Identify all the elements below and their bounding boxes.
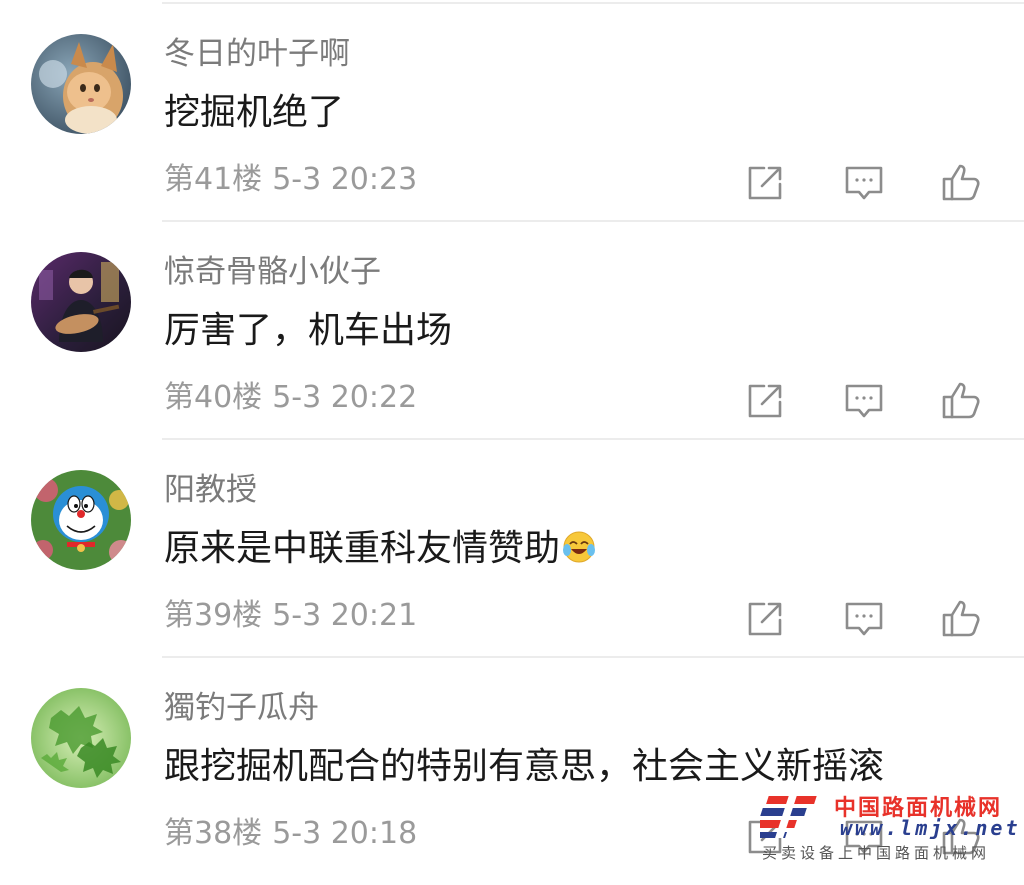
comment-time: 5-3 20:18: [272, 816, 418, 851]
watermark: 中国路面机械网 www.lmjx.net 买卖设备上中国路面机械网: [756, 786, 1018, 870]
comment-item: 冬日的叶子啊 挖掘机绝了 第41楼 5-3 20:23: [0, 4, 1024, 222]
watermark-tagline: 买卖设备上中国路面机械网: [762, 844, 991, 862]
comment-text: 跟挖掘机配合的特别有意思，社会主义新摇滚: [164, 746, 885, 787]
watermark-logo-icon: [760, 796, 817, 838]
thumbs-up-icon[interactable]: [940, 160, 984, 204]
comment-time: 5-3 20:23: [272, 162, 418, 197]
comment-item: 阳教授 原来是中联重科友情赞助 第39楼 5-3 20:21: [0, 440, 1024, 658]
comment-meta: 第41楼 5-3 20:23: [164, 160, 417, 200]
username[interactable]: 獨钓子瓜舟: [164, 688, 319, 728]
user-avatar[interactable]: [31, 688, 131, 788]
username[interactable]: 阳教授: [164, 470, 257, 510]
floor-number: 第38楼: [164, 816, 263, 851]
username[interactable]: 冬日的叶子啊: [164, 34, 350, 74]
comment-text-body: 原来是中联重科友情赞助: [164, 528, 561, 569]
thumbs-up-icon[interactable]: [940, 378, 984, 422]
watermark-url: www.lmjx.net: [840, 816, 1021, 840]
share-icon[interactable]: [742, 596, 786, 640]
user-avatar[interactable]: [31, 252, 131, 352]
user-avatar[interactable]: [31, 470, 131, 570]
floor-number: 第41楼: [164, 162, 263, 197]
comment-icon[interactable]: [842, 160, 886, 204]
floor-number: 第39楼: [164, 598, 263, 633]
comment-meta: 第39楼 5-3 20:21: [164, 596, 417, 636]
comment-meta: 第38楼 5-3 20:18: [164, 814, 417, 854]
floor-number: 第40楼: [164, 380, 263, 415]
comment-icon[interactable]: [842, 378, 886, 422]
comment-item: 惊奇骨骼小伙子 厉害了，机车出场 第40楼 5-3 20:22: [0, 222, 1024, 440]
username[interactable]: 惊奇骨骼小伙子: [164, 252, 381, 292]
comment-text: 原来是中联重科友情赞助: [164, 526, 596, 572]
thumbs-up-icon[interactable]: [940, 596, 984, 640]
laughing-crying-emoji-icon: [562, 530, 596, 564]
comment-text: 厉害了，机车出场: [164, 310, 453, 351]
share-icon[interactable]: [742, 378, 786, 422]
comment-time: 5-3 20:21: [272, 598, 418, 633]
comment-text: 挖掘机绝了: [164, 92, 345, 133]
comment-list-page: 冬日的叶子啊 挖掘机绝了 第41楼 5-3 20:23 惊奇骨骼小伙子 厉害了，…: [0, 0, 1024, 885]
share-icon[interactable]: [742, 160, 786, 204]
comment-time: 5-3 20:22: [272, 380, 418, 415]
comment-meta: 第40楼 5-3 20:22: [164, 378, 417, 418]
user-avatar[interactable]: [31, 34, 131, 134]
comment-icon[interactable]: [842, 596, 886, 640]
